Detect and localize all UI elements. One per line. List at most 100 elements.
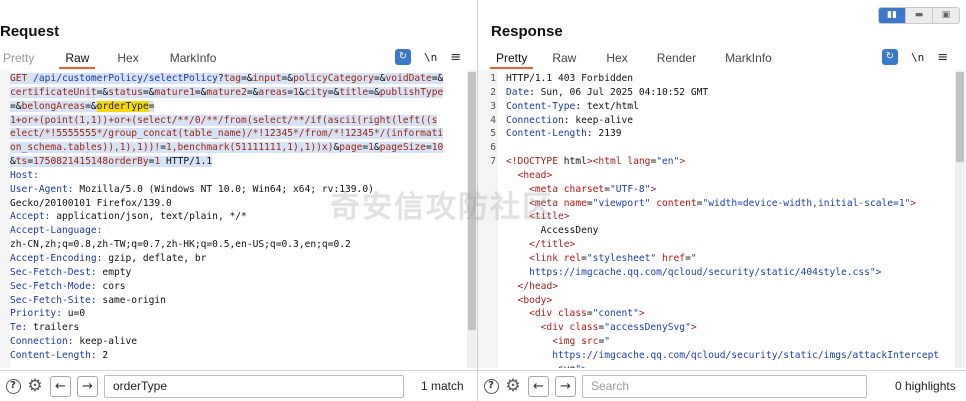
tab-markinfo[interactable]: MarkInfo	[725, 47, 772, 69]
tab-pretty[interactable]: Pretty	[3, 47, 34, 69]
html-text: https://imgcache.qq.com/qcloud/security/…	[506, 349, 940, 361]
response-line: AccessDeny	[482, 224, 958, 238]
editor-gutter	[0, 70, 10, 368]
html-text: AccessDeny	[506, 225, 599, 237]
layout-switcher: ▮▮ ▬ ▣	[878, 7, 960, 24]
next-match-button[interactable]: →	[77, 375, 98, 397]
html-tag: <img	[552, 336, 576, 348]
response-line: 6	[482, 141, 958, 155]
request-line: Host:	[10, 169, 463, 183]
tab-hex[interactable]: Hex	[606, 47, 627, 69]
request-line: Priority: u=0	[10, 307, 463, 321]
html-attr: class	[552, 308, 587, 320]
html-tag: >	[546, 294, 553, 306]
header-value: empty	[102, 266, 132, 278]
request-line: certificateUnit=&status=&mature1=&mature…	[10, 86, 463, 100]
query-token: certificateUnit	[10, 86, 97, 98]
help-icon[interactable]: ?	[4, 377, 22, 395]
newline-toggle-icon[interactable]: \n	[911, 51, 924, 64]
layout-side-by-side-button[interactable]: ▮▮	[879, 8, 906, 23]
tab-hex[interactable]: Hex	[117, 47, 138, 69]
search-input[interactable]: orderType	[104, 374, 404, 398]
query-token: tag	[223, 73, 242, 84]
tab-render[interactable]: Render	[657, 47, 696, 69]
html-tag: >	[546, 169, 553, 181]
html-tag: >	[690, 322, 697, 334]
html-value: "stylesheet"	[586, 252, 657, 264]
html-value: "	[604, 336, 610, 348]
next-match-button[interactable]: →	[555, 375, 576, 397]
header-name: Accept-Encoding:	[10, 252, 109, 264]
header-value: : keep-alive	[563, 114, 634, 126]
layout-tabs-button[interactable]: ▣	[933, 8, 959, 23]
wrap-lines-icon[interactable]: ↻	[882, 49, 898, 65]
header-name: Content-Length:	[10, 349, 103, 361]
http-version: HTTP/1.1	[160, 156, 213, 168]
header-name: Sec-Fetch-Dest:	[10, 266, 103, 278]
newline-toggle-icon[interactable]: \n	[424, 51, 437, 64]
header-value	[45, 170, 91, 181]
gear-icon[interactable]: ⚙	[504, 377, 522, 395]
header-value: u=0	[67, 308, 86, 320]
tab-pretty[interactable]: Pretty	[489, 47, 534, 69]
request-line: Connection: keep-alive	[10, 335, 463, 349]
html-tag: >	[638, 308, 645, 320]
html-text	[506, 239, 529, 250]
header-value: : text/html	[575, 100, 639, 112]
wrap-lines-icon[interactable]: ↻	[395, 49, 411, 65]
header-name: Content-Type	[506, 100, 576, 112]
tab-raw[interactable]: Raw	[552, 47, 576, 69]
html-text: html	[557, 156, 587, 168]
html-attr: href	[656, 252, 686, 264]
response-line: 4 Connection: keep-alive	[482, 114, 958, 128]
response-line: <img src="	[482, 335, 958, 349]
menu-icon[interactable]: ≡	[937, 50, 948, 65]
header-value: same-origin	[102, 294, 166, 306]
search-input[interactable]: Search	[582, 374, 867, 398]
html-value: "viewport"	[592, 197, 651, 209]
request-line: GET /api/customerPolicy/selectPolicy?tag…	[10, 72, 463, 86]
request-line: Content-Length: 2	[10, 349, 463, 363]
previous-match-button[interactable]: ←	[528, 375, 549, 397]
header-name: Accept-Language:	[10, 225, 109, 237]
html-value: "width=device-width,initial-scale=1"	[702, 197, 911, 209]
query-token: mature2	[206, 86, 247, 98]
query-token: 1750821415148orderBy	[33, 156, 149, 168]
html-attr: rel	[558, 252, 582, 264]
help-icon[interactable]: ?	[482, 377, 500, 395]
html-tag: <head	[517, 169, 547, 181]
gear-icon[interactable]: ⚙	[26, 377, 44, 395]
watermark: 奇安信攻防社区	[330, 190, 554, 225]
query-token: ts	[15, 156, 28, 168]
request-line: on_schema.tables)),1),1))!=1,benchmark(5…	[10, 141, 463, 155]
html-attr: charset	[558, 183, 605, 195]
html-tag: >	[650, 183, 657, 195]
highlight-count: 0 highlights	[895, 379, 956, 393]
header-value: 2	[102, 349, 109, 361]
previous-match-button[interactable]: ←	[50, 375, 71, 397]
scrollbar-thumb[interactable]	[956, 72, 964, 162]
response-tabs: Pretty Raw Hex Render MarkInfo	[489, 47, 796, 69]
html-value: "accessDenySvg"	[604, 322, 691, 334]
layout-stacked-button[interactable]: ▬	[906, 8, 933, 23]
tab-raw[interactable]: Raw	[59, 47, 96, 69]
response-line: <div class="accessDenySvg">	[482, 321, 958, 335]
request-line: Te: trailers	[10, 321, 463, 335]
html-text	[506, 295, 518, 306]
menu-icon[interactable]: ≡	[450, 50, 461, 65]
request-line: 1+or+(point(1,1))+or+(select/**/0/**/fro…	[10, 114, 463, 128]
header-name: Content-Length	[506, 128, 587, 140]
html-tag: </title	[529, 239, 570, 251]
selected-text: certificateUnit=&status=&mature1=&mature…	[10, 86, 444, 98]
query-token: on_schema.tables)),1),1))!	[10, 142, 161, 154]
response-scrollbar[interactable]	[955, 70, 965, 368]
query-token: elect/*!5555555*/group_concat(table_name…	[10, 128, 444, 140]
selected-text: 1+or+(point(1,1))+or+(select/**/0/**/fro…	[10, 114, 438, 126]
header-value: zh-CN,zh;q=0.8,zh-TW;q=0.7,zh-HK;q=0.5,e…	[10, 239, 351, 251]
html-value: "conent"	[592, 308, 639, 320]
html-text	[506, 170, 518, 181]
html-tag: >	[569, 239, 576, 251]
response-line: https://imgcache.qq.com/qcloud/security/…	[482, 266, 958, 280]
tab-markinfo[interactable]: MarkInfo	[170, 47, 217, 69]
header-value: keep-alive	[79, 336, 138, 348]
